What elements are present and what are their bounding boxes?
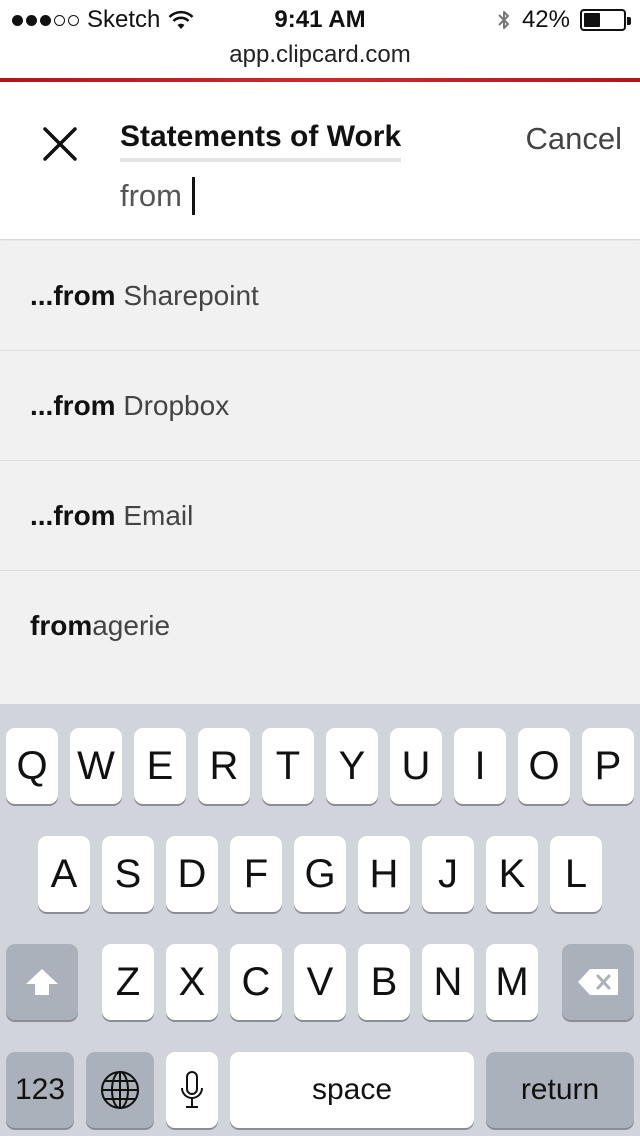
key-u[interactable]: U bbox=[390, 728, 442, 804]
suggestion-match: from bbox=[30, 610, 93, 641]
key-n[interactable]: N bbox=[422, 944, 474, 1020]
suggestion-item[interactable]: from agerie bbox=[0, 571, 640, 681]
dictation-key[interactable] bbox=[166, 1052, 218, 1128]
key-j[interactable]: J bbox=[422, 836, 474, 912]
search-scope-title: Statements of Work bbox=[120, 120, 402, 162]
url-text: app.clipcard.com bbox=[229, 41, 411, 68]
key-f[interactable]: F bbox=[230, 836, 282, 912]
wifi-icon bbox=[168, 10, 194, 29]
suggestion-rest: Dropbox bbox=[115, 389, 230, 421]
status-left: Sketch bbox=[12, 6, 194, 34]
key-d[interactable]: D bbox=[166, 836, 218, 912]
key-a[interactable]: A bbox=[38, 836, 90, 912]
suggestion-prefix: ... bbox=[30, 499, 54, 531]
key-r[interactable]: R bbox=[198, 728, 250, 804]
key-t[interactable]: T bbox=[262, 728, 314, 804]
key-q[interactable]: Q bbox=[6, 728, 58, 804]
globe-key[interactable] bbox=[86, 1052, 154, 1128]
key-l[interactable]: L bbox=[550, 836, 602, 912]
suggestion-list: ... from Sharepoint ... from Dropbox ... fr… bbox=[0, 241, 640, 681]
numbers-key[interactable]: 123 bbox=[6, 1052, 74, 1128]
suggestion-match: from bbox=[53, 499, 116, 531]
key-z[interactable]: Z bbox=[102, 944, 154, 1020]
battery-icon bbox=[580, 9, 631, 31]
battery-fill bbox=[584, 13, 600, 27]
key-b[interactable]: B bbox=[358, 944, 410, 1020]
return-key[interactable]: return bbox=[486, 1052, 634, 1128]
battery-percent: 42% bbox=[521, 6, 570, 33]
on-screen-keyboard: Q W E R T Y U I O P A S D F G H J K L Z … bbox=[0, 704, 640, 1136]
shift-key[interactable] bbox=[6, 944, 78, 1020]
key-m[interactable]: M bbox=[486, 944, 538, 1020]
microphone-icon bbox=[181, 1071, 203, 1108]
key-x[interactable]: X bbox=[166, 944, 218, 1020]
suggestion-prefix: ... bbox=[30, 389, 54, 421]
suggestion-match: from bbox=[53, 389, 116, 421]
key-p[interactable]: P bbox=[582, 728, 634, 804]
key-g[interactable]: G bbox=[294, 836, 346, 912]
delete-key[interactable] bbox=[562, 944, 634, 1020]
status-bar: Sketch 9:41 AM 42% bbox=[0, 0, 640, 40]
key-i[interactable]: I bbox=[454, 728, 506, 804]
suggestion-item[interactable]: ... from Email bbox=[0, 461, 640, 571]
space-key[interactable]: space bbox=[230, 1052, 474, 1128]
key-w[interactable]: W bbox=[70, 728, 122, 804]
suggestion-item[interactable]: ... from Sharepoint bbox=[0, 241, 640, 351]
text-caret bbox=[192, 177, 195, 215]
close-icon bbox=[43, 127, 77, 161]
key-k[interactable]: K bbox=[486, 836, 538, 912]
suggestion-match: from bbox=[53, 279, 116, 311]
suggestion-item[interactable]: ... from Dropbox bbox=[0, 351, 640, 461]
search-input[interactable]: from bbox=[120, 174, 195, 218]
bluetooth-icon bbox=[498, 11, 509, 29]
backspace-icon bbox=[578, 969, 618, 995]
carrier-label: Sketch bbox=[87, 6, 161, 33]
shift-icon bbox=[26, 969, 58, 995]
key-h[interactable]: H bbox=[358, 836, 410, 912]
status-right: 42% bbox=[496, 6, 631, 34]
search-query-text: from bbox=[120, 178, 182, 213]
signal-strength-icon bbox=[12, 14, 79, 26]
suggestion-rest: Sharepoint bbox=[115, 279, 259, 311]
key-y[interactable]: Y bbox=[326, 728, 378, 804]
key-s[interactable]: S bbox=[102, 836, 154, 912]
suggestion-rest: agerie bbox=[92, 610, 171, 641]
close-search-button[interactable] bbox=[36, 120, 84, 168]
globe-icon bbox=[101, 1071, 139, 1109]
key-c[interactable]: C bbox=[230, 944, 282, 1020]
search-header: Statements of Work Cancel from bbox=[0, 82, 640, 240]
suggestion-prefix: ... bbox=[30, 279, 54, 311]
key-v[interactable]: V bbox=[294, 944, 346, 1020]
key-e[interactable]: E bbox=[134, 728, 186, 804]
suggestion-rest: Email bbox=[115, 499, 194, 531]
key-o[interactable]: O bbox=[518, 728, 570, 804]
browser-url-bar[interactable]: app.clipcard.com bbox=[0, 40, 640, 80]
cancel-button[interactable]: Cancel bbox=[526, 120, 623, 158]
